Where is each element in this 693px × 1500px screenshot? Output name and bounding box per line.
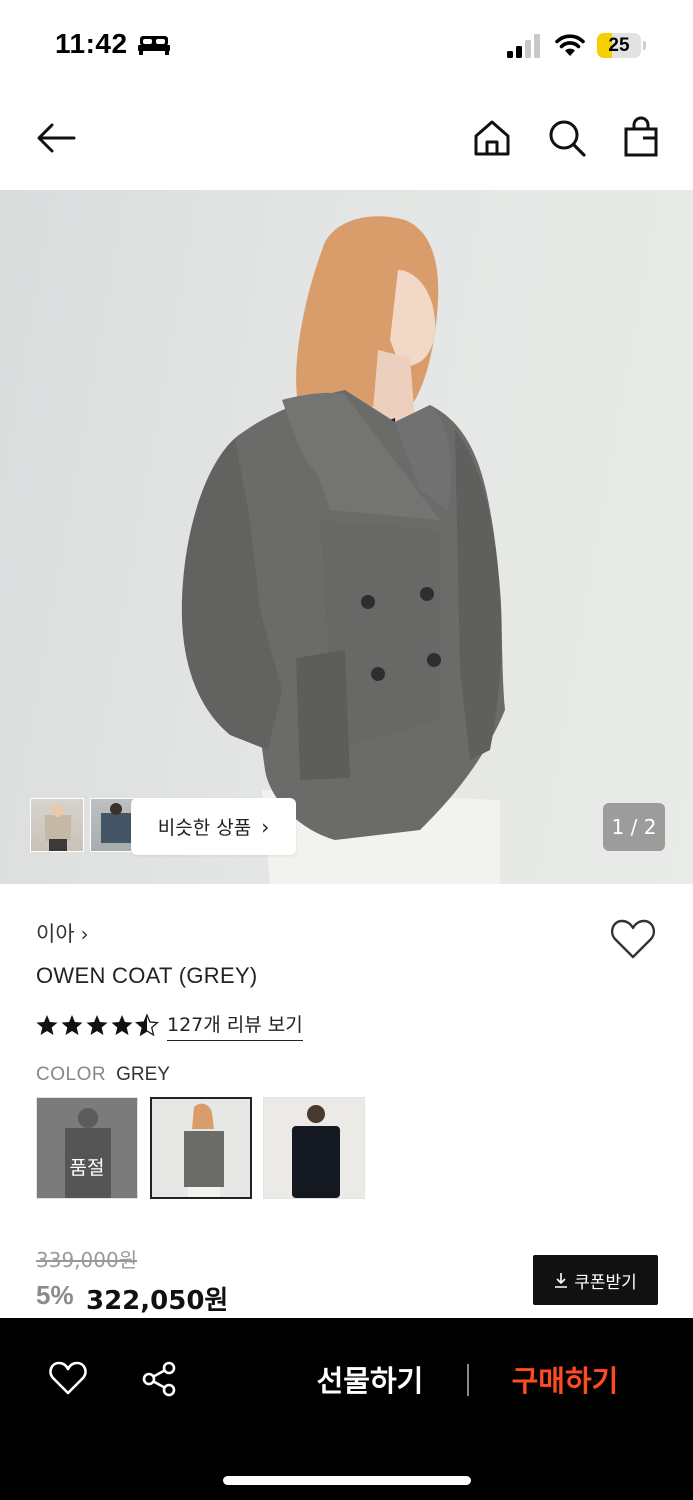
star-icon bbox=[86, 1015, 108, 1035]
home-indicator bbox=[223, 1476, 471, 1485]
color-swatch-3[interactable] bbox=[263, 1097, 365, 1199]
bed-icon bbox=[138, 36, 170, 55]
wifi-icon bbox=[555, 34, 585, 56]
chevron-right-icon: › bbox=[80, 922, 89, 946]
coupon-download-button[interactable]: 쿠폰받기 bbox=[533, 1255, 658, 1305]
home-icon[interactable] bbox=[470, 116, 514, 160]
half-star-icon bbox=[135, 1014, 159, 1036]
coupon-label: 쿠폰받기 bbox=[574, 1272, 637, 1293]
star-icon bbox=[111, 1015, 133, 1035]
brand-name: 이아 bbox=[36, 922, 75, 946]
star-rating bbox=[36, 1014, 159, 1036]
original-price: 339,000원 bbox=[36, 1248, 138, 1272]
similar-thumbnail-1[interactable] bbox=[30, 798, 84, 852]
wishlist-heart-icon[interactable] bbox=[48, 1360, 88, 1396]
color-swatch-2[interactable] bbox=[150, 1097, 252, 1199]
wishlist-heart-icon[interactable] bbox=[610, 918, 656, 960]
signal-icon bbox=[507, 34, 540, 58]
battery-level: 25 bbox=[608, 35, 630, 56]
product-name: OWEN COAT (GREY) bbox=[36, 963, 258, 988]
discount-rate: 5% bbox=[36, 1280, 74, 1310]
search-icon[interactable] bbox=[545, 116, 589, 160]
status-time: 11:42 bbox=[55, 28, 128, 59]
gift-button[interactable]: 선물하기 bbox=[300, 1358, 440, 1400]
color-swatch-1[interactable]: 품절 bbox=[36, 1097, 138, 1199]
review-link[interactable]: 127개 리뷰 보기 bbox=[167, 1010, 303, 1041]
color-value: GREY bbox=[116, 1064, 170, 1085]
chevron-right-icon: › bbox=[261, 814, 270, 839]
download-icon bbox=[555, 1273, 568, 1288]
color-row: COLOR GREY bbox=[36, 1063, 170, 1086]
bottom-action-bar: 선물하기 구매하기 bbox=[0, 1318, 693, 1500]
product-photo bbox=[181, 216, 505, 884]
similar-products-label: 비슷한 상품 bbox=[157, 817, 252, 839]
battery-icon: 25 bbox=[597, 33, 646, 58]
similar-products-button[interactable]: 비슷한 상품 › bbox=[131, 798, 296, 855]
buy-button[interactable]: 구매하기 bbox=[495, 1358, 635, 1400]
star-icon bbox=[61, 1015, 83, 1035]
share-icon[interactable] bbox=[140, 1360, 178, 1398]
top-nav bbox=[0, 92, 693, 190]
product-image[interactable]: 비슷한 상품 › 1 / 2 bbox=[0, 190, 693, 884]
sale-price: 322,050원 bbox=[86, 1286, 229, 1316]
back-arrow-icon[interactable] bbox=[34, 116, 78, 160]
star-icon bbox=[36, 1015, 58, 1035]
sold-out-label: 품절 bbox=[69, 1157, 105, 1179]
divider bbox=[467, 1364, 469, 1396]
brand-link[interactable]: 이아 › bbox=[36, 918, 89, 948]
shopping-bag-icon[interactable] bbox=[619, 116, 663, 160]
color-label: COLOR bbox=[36, 1064, 107, 1085]
status-bar: 11:42 25 bbox=[0, 0, 693, 92]
image-pager: 1 / 2 bbox=[603, 803, 665, 851]
